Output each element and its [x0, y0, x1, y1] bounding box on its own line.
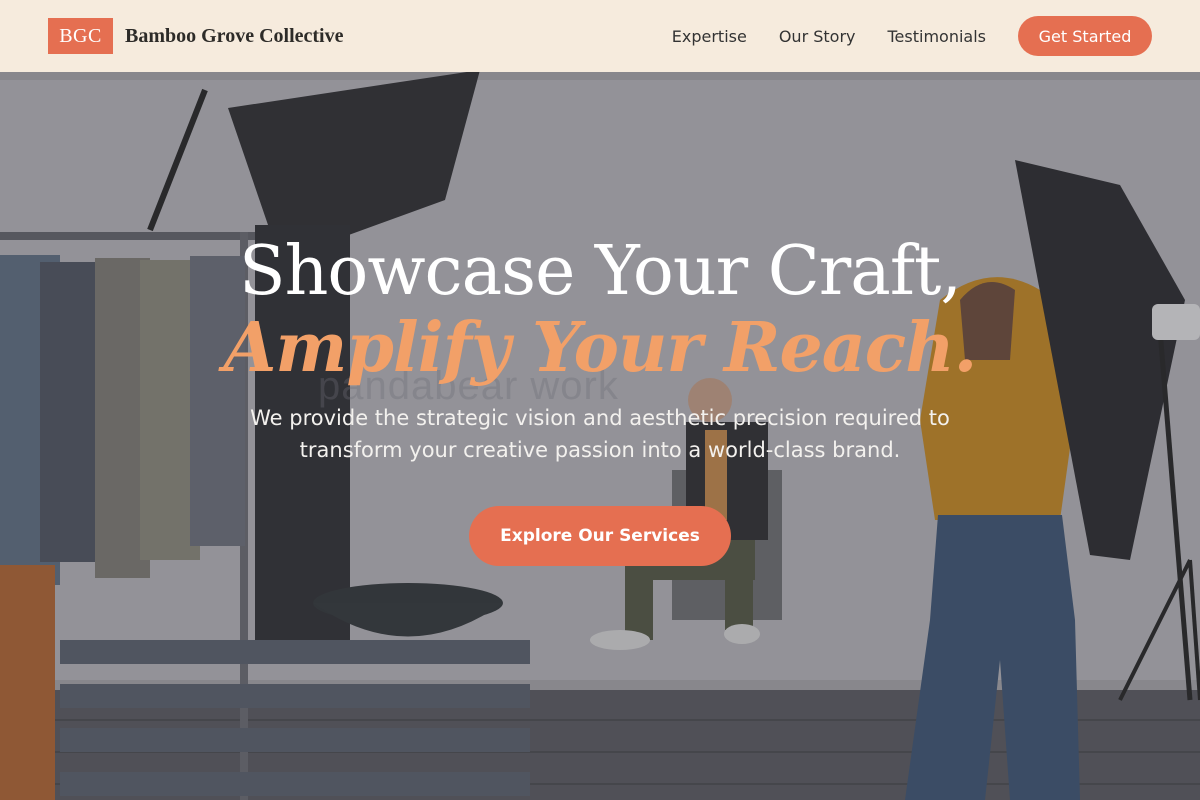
hero-headline: Showcase Your Craft, Amplify Your Reach. — [0, 232, 1200, 384]
get-started-button[interactable]: Get Started — [1018, 16, 1152, 56]
nav-link-our-story[interactable]: Our Story — [779, 27, 856, 46]
nav-link-expertise[interactable]: Expertise — [672, 27, 747, 46]
hero-section: pandabear work Showcase Your Craft, Ampl… — [0, 0, 1200, 800]
navbar: BGC Bamboo Grove Collective Expertise Ou… — [0, 0, 1200, 72]
hero-subtext: We provide the strategic vision and aest… — [250, 406, 950, 462]
brand-logo-link[interactable]: BGC Bamboo Grove Collective — [48, 18, 343, 54]
hero-content: Showcase Your Craft, Amplify Your Reach.… — [0, 232, 1200, 566]
headline-line-2: Amplify Your Reach. — [223, 308, 978, 388]
headline-line-1: Showcase Your Craft, — [239, 232, 962, 311]
explore-services-button[interactable]: Explore Our Services — [469, 506, 731, 566]
logo-mark: BGC — [48, 18, 113, 54]
brand-name: Bamboo Grove Collective — [125, 24, 344, 47]
nav-links: Expertise Our Story Testimonials Get Sta… — [672, 16, 1152, 56]
nav-link-testimonials[interactable]: Testimonials — [888, 27, 987, 46]
